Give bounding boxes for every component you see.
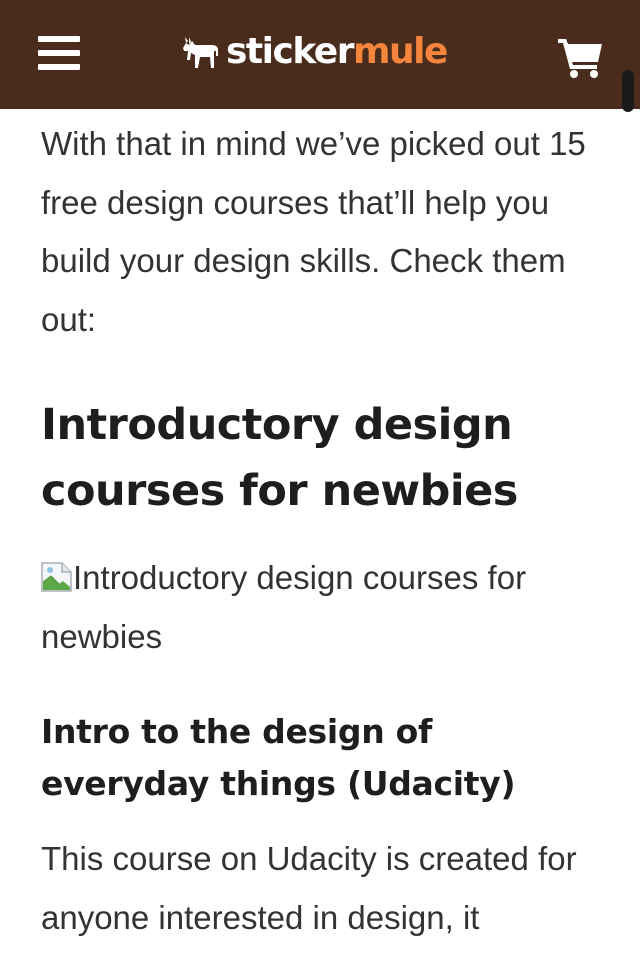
logo-text-sticker: sticker [226,31,354,72]
shopping-cart-icon[interactable] [556,36,604,78]
broken-image: Introductory design courses for newbies [41,549,601,666]
article-content: With that in mind we’ve picked out 15 fr… [41,115,601,936]
logo-text-mule: mule [352,31,448,72]
intro-paragraph: With that in mind we’ve picked out 15 fr… [41,125,586,338]
course-paragraph: This course on Udacity is created for an… [41,840,577,936]
image-alt-text: Introductory design courses for newbies [41,559,527,655]
section-heading: Introductory design courses for newbies [41,400,518,516]
site-header: stickermule [0,0,640,112]
stickermule-logo[interactable]: stickermule [180,26,448,78]
logo-wordmark: stickermule [226,31,448,72]
course-heading: Intro to the design of everyday things (… [41,712,516,803]
broken-image-icon [41,552,72,592]
hamburger-menu-icon[interactable] [38,32,80,74]
scrollbar-thumb[interactable] [622,70,634,112]
mule-icon [183,37,218,68]
